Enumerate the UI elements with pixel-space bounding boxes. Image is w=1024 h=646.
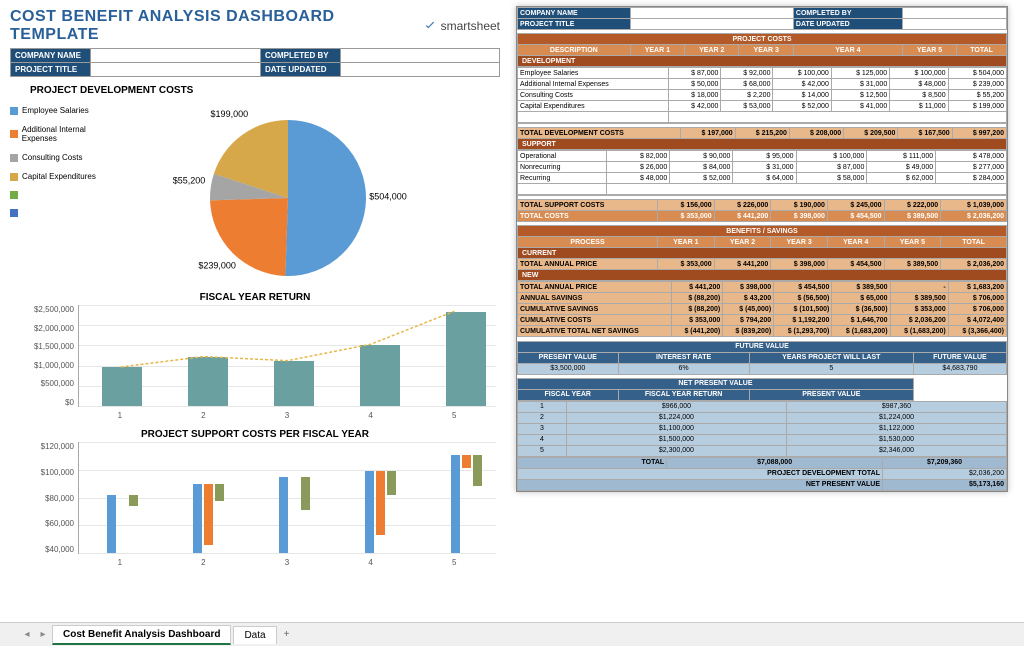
spreadsheet-panel: COMPANY NAME COMPLETED BY PROJECT TITLE … bbox=[516, 6, 1008, 492]
svg-text:$239,000: $239,000 bbox=[198, 261, 236, 271]
svg-text:$504,000: $504,000 bbox=[369, 192, 407, 202]
pie-title: PROJECT DEVELOPMENT COSTS bbox=[30, 85, 500, 96]
tab-add-icon[interactable]: + bbox=[279, 627, 295, 643]
pie-chart: $504,000 $239,000 $55,200 $199,000 bbox=[128, 98, 408, 288]
bar1-title: FISCAL YEAR RETURN bbox=[10, 292, 500, 303]
tab-prev-icon[interactable]: ◂ bbox=[20, 628, 34, 642]
header-meta-table: COMPANY NAME COMPLETED BY PROJECT TITLE … bbox=[10, 48, 500, 77]
tab-data[interactable]: Data bbox=[233, 626, 276, 644]
svg-text:$199,000: $199,000 bbox=[211, 109, 249, 119]
sheet-tabs: ◂ ▸ Cost Benefit Analysis Dashboard Data… bbox=[0, 622, 1024, 646]
pie-legend: Employee SalariesAdditional Internal Exp… bbox=[10, 98, 120, 288]
tab-next-icon[interactable]: ▸ bbox=[36, 628, 50, 642]
brand-logo: smartsheet bbox=[423, 19, 500, 33]
support-costs-chart: $120,000$100,000$80,000$60,000$40,000 12… bbox=[20, 442, 500, 572]
fiscal-return-chart: $2,500,000$2,000,000$1,500,000$1,000,000… bbox=[20, 305, 500, 425]
page-title: COST BENEFIT ANALYSIS DASHBOARD TEMPLATE bbox=[10, 8, 423, 44]
bar2-title: PROJECT SUPPORT COSTS PER FISCAL YEAR bbox=[10, 429, 500, 440]
svg-text:$55,200: $55,200 bbox=[173, 176, 206, 186]
tab-dashboard[interactable]: Cost Benefit Analysis Dashboard bbox=[52, 625, 231, 645]
